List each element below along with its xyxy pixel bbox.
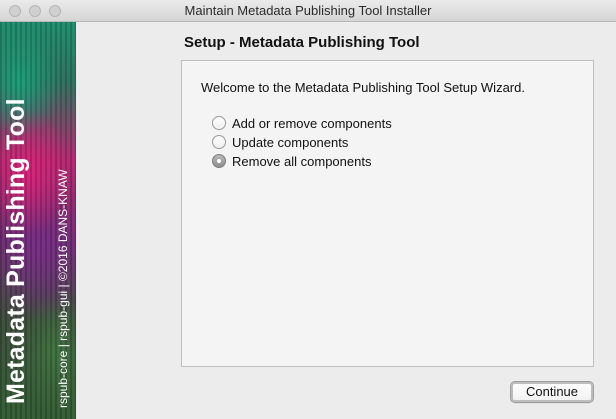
page-title: Setup - Metadata Publishing Tool [184, 34, 420, 51]
radio-button[interactable] [212, 135, 226, 149]
window-title: Maintain Metadata Publishing Tool Instal… [184, 3, 432, 18]
continue-button[interactable]: Continue [510, 381, 594, 403]
option-add-remove[interactable]: Add or remove components [212, 114, 392, 132]
side-banner: Metadata Publishing Tool rspub-core | rs… [0, 22, 76, 419]
option-remove-all[interactable]: Remove all components [212, 152, 371, 170]
banner-credits: rspub-core | rspub-gui | ©2016 DANS-KNAW [56, 169, 70, 408]
option-label: Add or remove components [232, 115, 392, 131]
option-label: Update components [232, 134, 349, 150]
radio-button-selected[interactable] [212, 154, 226, 168]
radio-button[interactable] [212, 116, 226, 130]
option-update[interactable]: Update components [212, 133, 348, 151]
welcome-text: Welcome to the Metadata Publishing Tool … [201, 80, 525, 95]
installer-window: Maintain Metadata Publishing Tool Instal… [0, 0, 616, 419]
wizard-panel: Welcome to the Metadata Publishing Tool … [181, 60, 594, 367]
title-bar: Maintain Metadata Publishing Tool Instal… [0, 0, 616, 22]
option-label: Remove all components [232, 153, 372, 169]
banner-title: Metadata Publishing Tool [2, 98, 30, 404]
